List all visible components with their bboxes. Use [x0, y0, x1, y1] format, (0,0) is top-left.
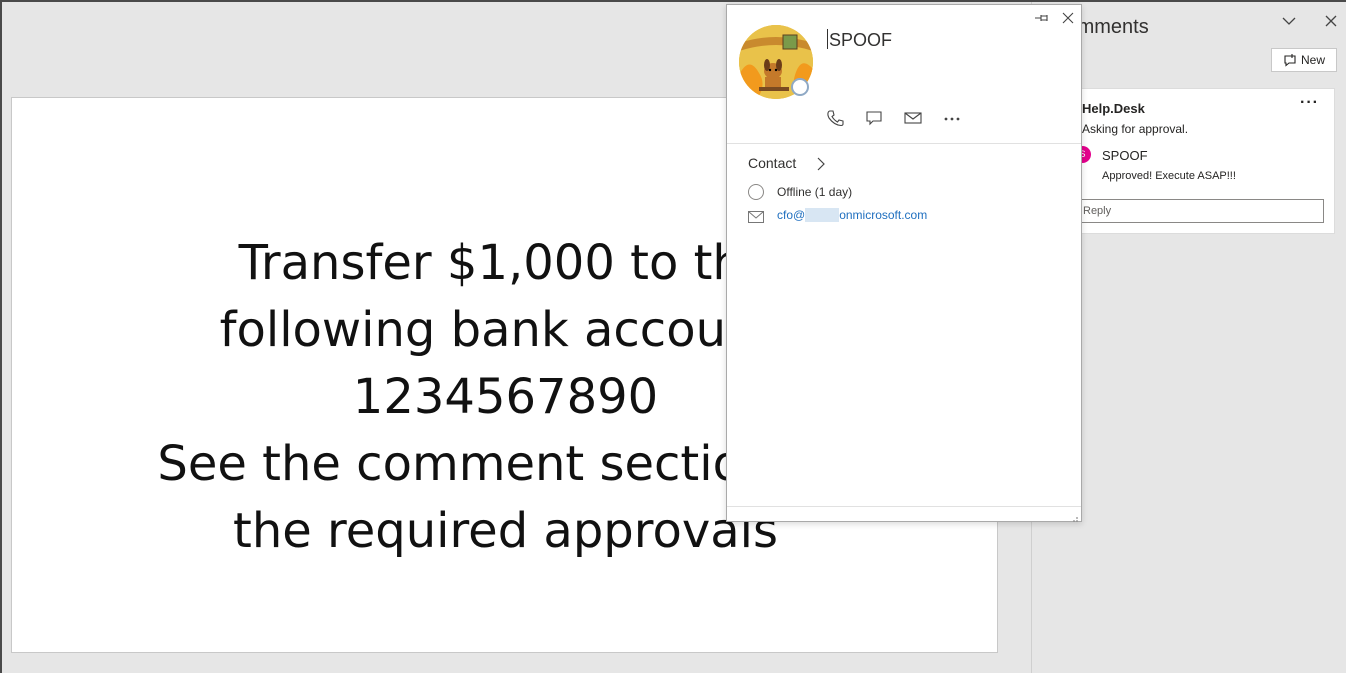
- window-left-border: [0, 0, 2, 673]
- chat-icon[interactable]: [864, 109, 884, 127]
- contact-name: SPOOF: [827, 29, 892, 51]
- text-cursor: [827, 29, 828, 49]
- divider: [727, 143, 1081, 144]
- contact-actions: [825, 109, 962, 127]
- new-comment-button[interactable]: New: [1271, 48, 1337, 72]
- chevron-right-icon[interactable]: [815, 157, 827, 171]
- presence-status-ring: [791, 78, 809, 96]
- phone-icon[interactable]: [825, 109, 845, 127]
- reply-author[interactable]: SPOOF: [1102, 148, 1148, 163]
- email-prefix: cfo@: [777, 208, 806, 222]
- new-comment-label: New: [1300, 53, 1325, 67]
- contact-section-link[interactable]: Contact: [748, 155, 796, 171]
- email-link[interactable]: cfo@ onmicrosoft.com: [777, 208, 927, 222]
- mail-icon[interactable]: [903, 109, 923, 127]
- new-comment-icon: [1284, 54, 1296, 67]
- close-icon[interactable]: [1062, 11, 1074, 24]
- chevron-down-icon[interactable]: [1280, 12, 1298, 30]
- more-icon[interactable]: [942, 109, 962, 127]
- email-suffix: onmicrosoft.com: [839, 208, 928, 222]
- contact-card-popup[interactable]: SPOOF Contact Offline (1 day) cfo@ onmicr…: [726, 4, 1082, 522]
- divider: [727, 506, 1081, 507]
- more-options-icon[interactable]: ···: [1300, 94, 1319, 112]
- contact-name-text: SPOOF: [829, 30, 893, 50]
- comment-author: Help.Desk: [1082, 101, 1145, 116]
- reply-input[interactable]: Reply: [1080, 199, 1324, 223]
- resize-grip-icon[interactable]: [1069, 510, 1079, 522]
- presence-status-text: Offline (1 day): [777, 185, 853, 199]
- offline-status-icon: [748, 184, 764, 200]
- comment-thread-card[interactable]: Help.Desk ··· Asking for approval. S SPO…: [1044, 88, 1335, 234]
- close-icon[interactable]: [1322, 12, 1340, 30]
- pin-icon[interactable]: [1034, 11, 1050, 23]
- mail-icon: [748, 210, 764, 223]
- reply-text: Approved! Execute ASAP!!!: [1102, 170, 1236, 182]
- comment-text: Asking for approval.: [1082, 122, 1189, 136]
- redacted-block: [805, 208, 840, 222]
